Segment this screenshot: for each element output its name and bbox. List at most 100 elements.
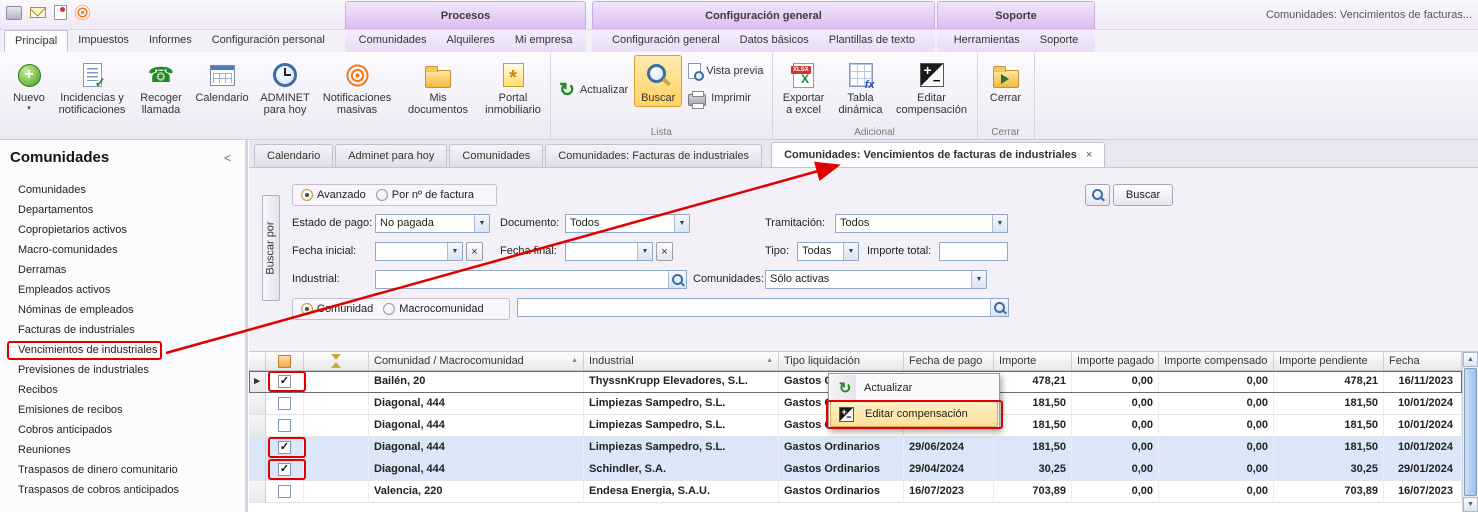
tab-configuracion-general[interactable]: Configuración general <box>602 30 730 52</box>
exportar-a-excel-button[interactable]: Exportar a excel <box>777 55 831 120</box>
cell-compensado[interactable]: 0,00 <box>1159 459 1274 481</box>
cell-fecha[interactable]: 10/01/2024 <box>1384 393 1462 415</box>
cell-comunidad[interactable]: Diagonal, 444 <box>369 459 584 481</box>
mail-icon[interactable] <box>30 7 46 18</box>
cell-compensado[interactable]: 0,00 <box>1159 481 1274 503</box>
row-checkbox[interactable]: ✓ <box>266 437 304 459</box>
sidebar-item-facturas-de-industriales[interactable]: Facturas de industriales <box>0 320 245 340</box>
row-checkbox[interactable] <box>266 393 304 415</box>
chevron-down-icon[interactable]: ▼ <box>447 243 462 260</box>
mis-documentos-button[interactable]: Mis documentos <box>398 55 478 120</box>
tramitacion-combo[interactable]: Todos▼ <box>835 214 1008 233</box>
row-checkbox[interactable]: ✓ <box>266 371 304 393</box>
tab-informes[interactable]: Informes <box>139 30 202 52</box>
journal-icon[interactable] <box>54 5 67 20</box>
chevron-down-icon[interactable]: ▼ <box>474 215 489 232</box>
sidebar-item-derramas[interactable]: Derramas <box>0 260 245 280</box>
cell-fecha[interactable]: 16/11/2023 <box>1384 371 1462 393</box>
cell-industrial[interactable]: Schindler, S.A. <box>584 459 779 481</box>
cell-fecha-pago[interactable]: 29/04/2024 <box>904 459 994 481</box>
sidebar-item-reuniones[interactable]: Reuniones <box>0 440 245 460</box>
vista-previa-button[interactable]: Vista previa <box>684 61 767 81</box>
cell-comunidad[interactable]: Diagonal, 444 <box>369 393 584 415</box>
broadcast-icon[interactable] <box>75 5 90 20</box>
cell-pagado[interactable]: 0,00 <box>1072 481 1159 503</box>
cell-comunidad[interactable]: Diagonal, 444 <box>369 437 584 459</box>
table-row[interactable]: ✓ Diagonal, 444 Limpiezas Sampedro, S.L.… <box>249 437 1462 459</box>
cell-industrial[interactable]: Limpiezas Sampedro, S.L. <box>584 393 779 415</box>
tab-configuracion-personal[interactable]: Configuración personal <box>202 30 335 52</box>
doc-tab-adminet-para-hoy[interactable]: Adminet para hoy <box>335 144 447 167</box>
scroll-up-icon[interactable]: ▲ <box>1463 352 1478 367</box>
chevron-down-icon[interactable]: ▼ <box>971 271 986 288</box>
sidebar-item-copropietarios-activos[interactable]: Copropietarios activos <box>0 220 245 240</box>
radio-macrocomunidad[interactable]: Macrocomunidad <box>383 303 483 315</box>
context-menu-item-actualizar[interactable]: ↻ Actualizar <box>830 375 998 401</box>
cell-pendiente[interactable]: 703,89 <box>1274 481 1384 503</box>
cell-comunidad[interactable]: Bailén, 20 <box>369 371 584 393</box>
sidebar-item-vencimientos-de-industriales[interactable]: Vencimientos de industriales <box>0 340 245 360</box>
sidebar-item-departamentos[interactable]: Departamentos <box>0 200 245 220</box>
cell-fecha[interactable]: 10/01/2024 <box>1384 415 1462 437</box>
cell-fecha[interactable]: 10/01/2024 <box>1384 437 1462 459</box>
cell-fecha[interactable]: 16/07/2023 <box>1384 481 1462 503</box>
table-row[interactable]: ✓ Diagonal, 444 Schindler, S.A. Gastos O… <box>249 459 1462 481</box>
adminet-para-hoy-button[interactable]: ADMINET para hoy <box>254 55 316 120</box>
tipo-combo[interactable]: Todas▼ <box>797 242 859 261</box>
cell-industrial[interactable]: Endesa Energia, S.A.U. <box>584 481 779 503</box>
header-industrial[interactable]: Industrial▲ <box>584 352 779 371</box>
tab-comunidades[interactable]: Comunidades <box>349 30 437 52</box>
cell-tipo[interactable]: Gastos Ordinarios <box>779 459 904 481</box>
radio-por-numero-factura[interactable]: Por nº de factura <box>376 189 474 201</box>
portal-inmobiliario-button[interactable]: * Portal inmobiliario <box>480 55 546 120</box>
nuevo-button[interactable]: + Nuevo ▾ <box>6 55 52 114</box>
cerrar-button[interactable]: Cerrar <box>982 55 1030 107</box>
importe-total-input[interactable] <box>939 242 1008 261</box>
imprimir-button[interactable]: Imprimir <box>684 88 767 108</box>
doc-tab-comunidades[interactable]: Comunidades <box>449 144 543 167</box>
cell-fecha-pago[interactable]: 29/06/2024 <box>904 437 994 459</box>
radio-comunidad[interactable]: Comunidad <box>301 303 373 315</box>
actualizar-button[interactable]: ↻ Actualizar <box>555 79 632 102</box>
cell-importe[interactable]: 181,50 <box>994 393 1072 415</box>
header-fecha[interactable]: Fecha <box>1384 352 1462 371</box>
sidebar-item-recibos[interactable]: Recibos <box>0 380 245 400</box>
search-icon-button[interactable] <box>1085 184 1110 206</box>
tab-datos-basicos[interactable]: Datos básicos <box>730 30 819 52</box>
cell-tipo[interactable]: Gastos Ordinarios <box>779 481 904 503</box>
lookup-icon[interactable] <box>990 299 1008 316</box>
sidebar-item-comunidades[interactable]: Comunidades <box>0 180 245 200</box>
cell-compensado[interactable]: 0,00 <box>1159 371 1274 393</box>
sidebar-item-previsiones-de-industriales[interactable]: Previsiones de industriales <box>0 360 245 380</box>
header-fecha-de-pago[interactable]: Fecha de pago <box>904 352 994 371</box>
cell-tipo[interactable]: Gastos Ordinarios <box>779 437 904 459</box>
incidencias-button[interactable]: Incidencias y notificaciones <box>54 55 130 120</box>
editar-compensacion-button[interactable]: Editar compensación <box>891 55 973 120</box>
cell-importe[interactable]: 478,21 <box>994 371 1072 393</box>
radio-avanzado[interactable]: Avanzado <box>301 189 366 201</box>
header-importe[interactable]: Importe <box>994 352 1072 371</box>
scrollbar-thumb[interactable] <box>1464 368 1477 496</box>
recoger-llamada-button[interactable]: ☎ Recoger llamada <box>132 55 190 120</box>
header-importe-pendiente[interactable]: Importe pendiente <box>1274 352 1384 371</box>
cell-pagado[interactable]: 0,00 <box>1072 415 1159 437</box>
header-comunidad[interactable]: Comunidad / Macrocomunidad▲ <box>369 352 584 371</box>
cell-importe[interactable]: 181,50 <box>994 415 1072 437</box>
cell-compensado[interactable]: 0,00 <box>1159 415 1274 437</box>
tab-mi-empresa[interactable]: Mi empresa <box>505 30 582 52</box>
tab-impuestos[interactable]: Impuestos <box>68 30 139 52</box>
select-all-checkbox[interactable] <box>266 352 304 371</box>
cell-industrial[interactable]: Limpiezas Sampedro, S.L. <box>584 437 779 459</box>
sidebar-item-cobros-anticipados[interactable]: Cobros anticipados <box>0 420 245 440</box>
cell-pagado[interactable]: 0,00 <box>1072 371 1159 393</box>
sidebar-item-macro-comunidades[interactable]: Macro-comunidades <box>0 240 245 260</box>
lookup-icon[interactable] <box>668 271 686 288</box>
tab-plantillas-de-texto[interactable]: Plantillas de texto <box>819 30 925 52</box>
documento-combo[interactable]: Todos▼ <box>565 214 690 233</box>
collapse-sidebar-icon[interactable]: < <box>220 151 235 165</box>
sidebar-item-emisiones-de-recibos[interactable]: Emisiones de recibos <box>0 400 245 420</box>
cell-fecha-pago[interactable]: 16/07/2023 <box>904 481 994 503</box>
fecha-inicial-combo[interactable]: ▼ <box>375 242 463 261</box>
scroll-down-icon[interactable]: ▼ <box>1463 497 1478 512</box>
row-checkbox[interactable]: ✓ <box>266 459 304 481</box>
